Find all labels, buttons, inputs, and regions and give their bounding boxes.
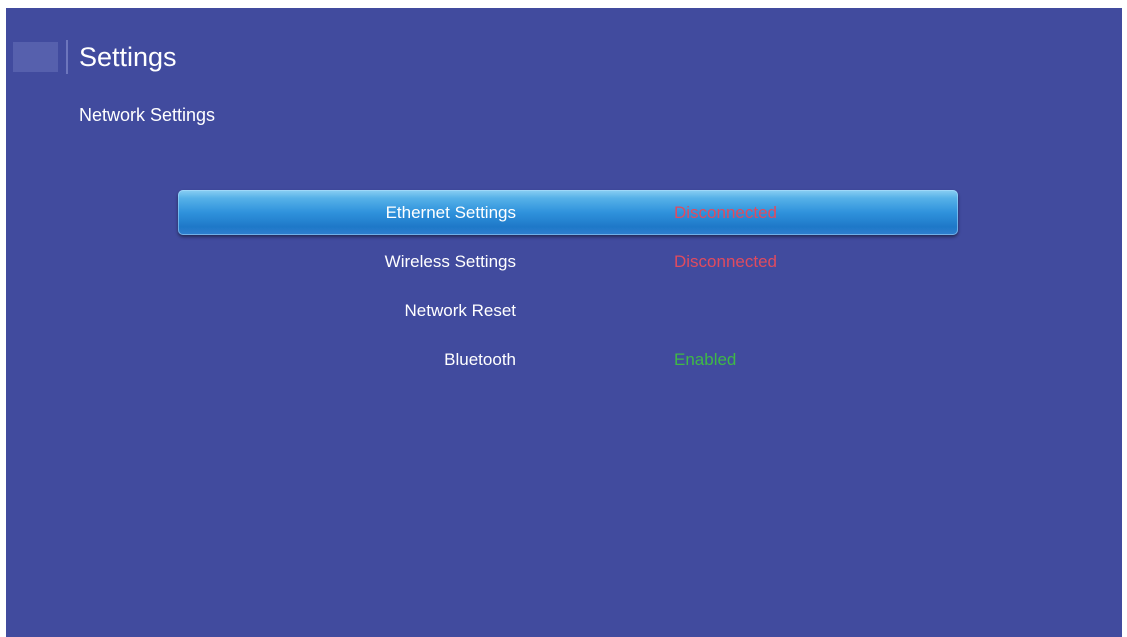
menu-item-label: Wireless Settings [384,252,516,271]
menu-item-label: Bluetooth [444,350,516,369]
menu-item-label: Network Reset [404,301,516,320]
selection-highlight [178,190,958,235]
network-settings-menu: Ethernet Settings Disconnected Wireless … [178,190,958,386]
status-text: Disconnected [674,252,778,271]
menu-item-network-reset[interactable]: Network Reset [178,288,958,337]
settings-app-icon [13,42,58,72]
page-title: Settings [79,42,177,72]
status-text: Enabled [674,350,737,369]
status-text: Disconnected [674,203,778,222]
menu-item-label: Ethernet Settings [385,203,516,222]
menu-item-bluetooth[interactable]: Bluetooth Enabled [178,337,958,386]
title-divider [66,40,68,74]
section-title: Network Settings [79,105,216,125]
settings-screen: Settings Network Settings Ethernet Setti… [6,8,1122,637]
menu-item-ethernet-settings[interactable]: Ethernet Settings Disconnected [178,190,958,239]
menu-item-wireless-settings[interactable]: Wireless Settings Disconnected [178,239,958,288]
